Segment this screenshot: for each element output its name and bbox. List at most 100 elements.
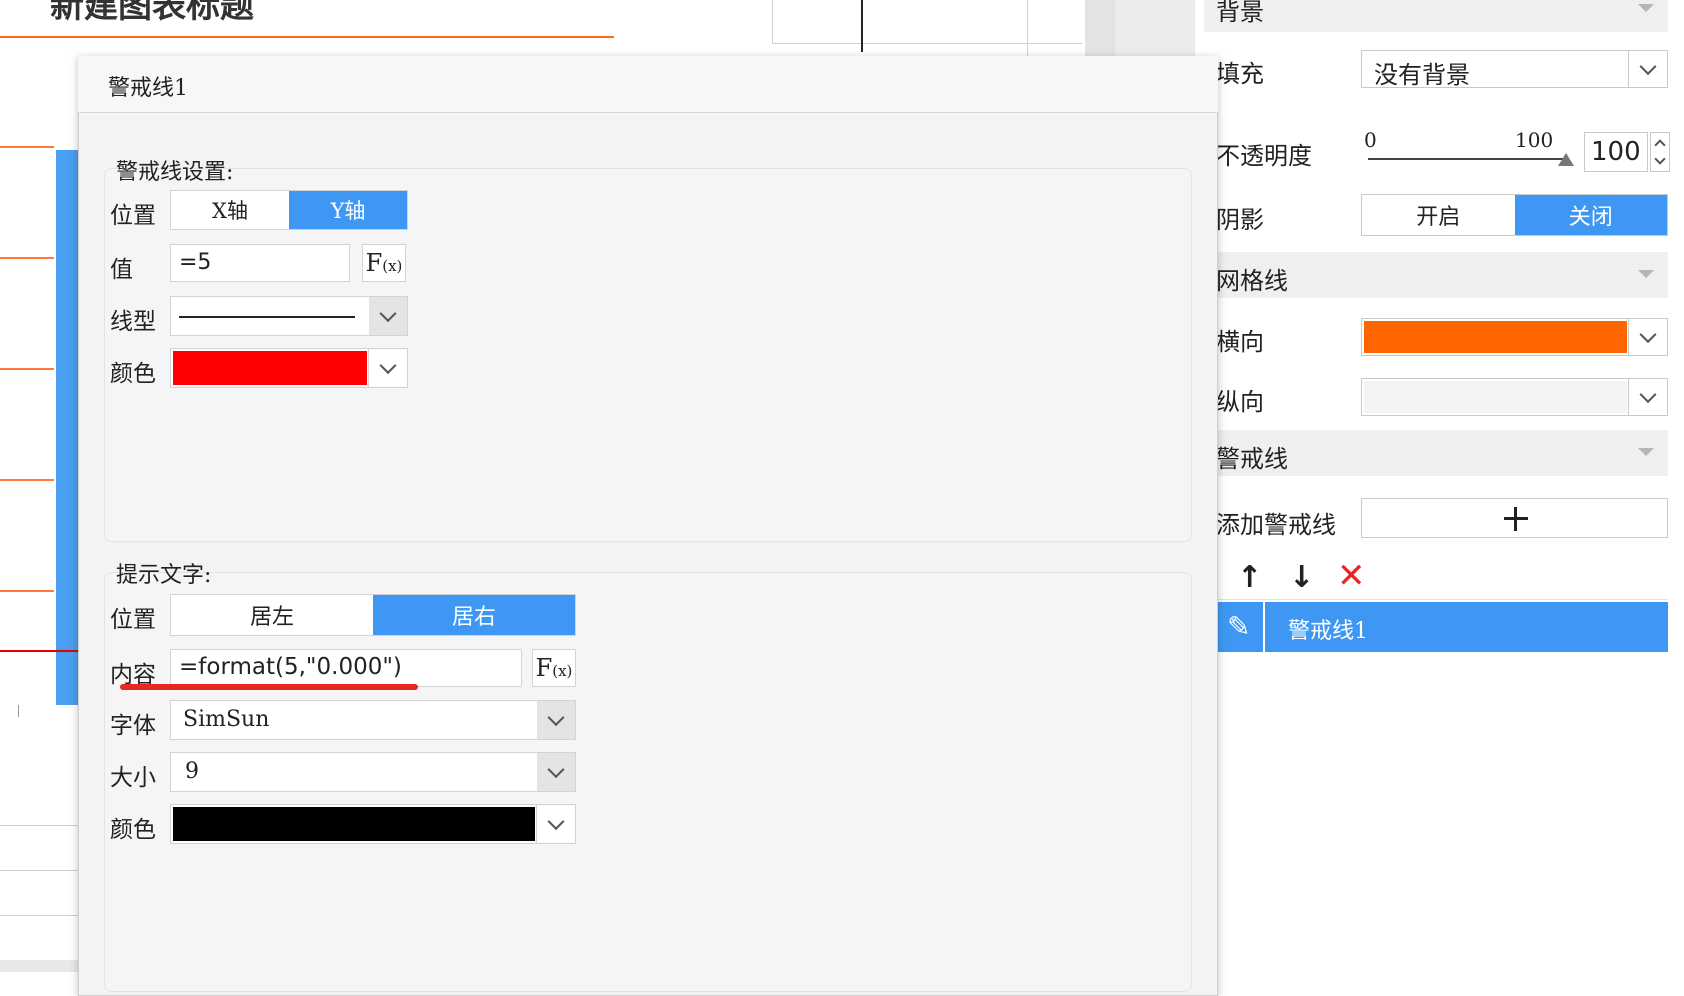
line-settings-label: 警戒线设置: bbox=[116, 160, 234, 185]
font-value: SimSun bbox=[183, 707, 270, 732]
dropdown-button[interactable] bbox=[1628, 319, 1667, 355]
formula-button[interactable]: F(x) bbox=[362, 244, 406, 282]
chevron-down-icon bbox=[547, 761, 565, 779]
chevron-down-icon bbox=[379, 305, 397, 323]
fill-select[interactable]: 没有背景 bbox=[1361, 50, 1668, 89]
add-alert-button[interactable] bbox=[1361, 498, 1668, 538]
chevron-up-icon[interactable] bbox=[1654, 139, 1666, 151]
chart-gridline bbox=[0, 146, 54, 148]
edit-cell[interactable]: ✎ bbox=[1215, 602, 1265, 652]
color-swatch bbox=[1364, 381, 1627, 413]
fx-icon: F bbox=[365, 249, 383, 277]
alert-list-toolbar: ↑ ↓ ✕ bbox=[1215, 552, 1668, 600]
dropdown-button[interactable] bbox=[1628, 379, 1667, 415]
chart-alert-line bbox=[0, 650, 80, 652]
chart-gridline bbox=[0, 257, 54, 259]
section-gridline[interactable]: 网格线 bbox=[1204, 252, 1668, 298]
x-axis-option[interactable]: X轴 bbox=[171, 191, 289, 229]
highlight-underline bbox=[120, 684, 418, 690]
plus-icon bbox=[1514, 507, 1517, 531]
section-gridline-label: 网格线 bbox=[1216, 267, 1288, 295]
line-color-select[interactable] bbox=[170, 348, 408, 388]
align-right-option[interactable]: 居右 bbox=[373, 595, 575, 635]
section-alert-label: 警戒线 bbox=[1216, 445, 1288, 473]
chart-row-line bbox=[0, 915, 80, 916]
section-alert-line[interactable]: 警戒线 bbox=[1204, 430, 1668, 476]
pencil-icon[interactable]: ✎ bbox=[1227, 610, 1250, 643]
text-color-label: 颜色 bbox=[110, 817, 156, 843]
dialog-header bbox=[78, 56, 1218, 113]
formula-button[interactable]: F(x) bbox=[532, 649, 576, 687]
opacity-spinner[interactable]: 100 bbox=[1584, 132, 1648, 172]
chart-gridline bbox=[0, 368, 54, 370]
chevron-down-icon bbox=[1639, 326, 1657, 344]
dropdown-button[interactable] bbox=[537, 701, 575, 739]
collapse-arrow-icon bbox=[1638, 448, 1654, 456]
dialog-title: 警戒线1 bbox=[108, 76, 188, 101]
dropdown-button[interactable] bbox=[1628, 51, 1667, 87]
size-label: 大小 bbox=[110, 765, 156, 791]
slider-thumb-icon[interactable] bbox=[1558, 153, 1574, 166]
spinner-buttons[interactable] bbox=[1650, 132, 1670, 172]
opacity-label: 不透明度 bbox=[1216, 142, 1312, 170]
font-label: 字体 bbox=[110, 713, 156, 739]
content-text: =format(5,"0.000") bbox=[179, 654, 402, 680]
size-select[interactable]: 9 bbox=[170, 752, 576, 792]
chevron-down-icon bbox=[1639, 386, 1657, 404]
chart-title-underline bbox=[0, 36, 614, 38]
dropdown-button[interactable] bbox=[369, 297, 407, 335]
hint-position-label: 位置 bbox=[110, 607, 156, 633]
shadow-on-option[interactable]: 开启 bbox=[1362, 195, 1515, 235]
dropdown-button[interactable] bbox=[536, 805, 575, 843]
opacity-max: 100 bbox=[1515, 128, 1554, 152]
horizontal-grid-color-select[interactable] bbox=[1361, 318, 1668, 356]
chevron-down-icon bbox=[1639, 58, 1657, 76]
chart-row-line bbox=[0, 870, 80, 871]
dropdown-button[interactable] bbox=[368, 349, 407, 387]
value-input[interactable]: =5 bbox=[170, 244, 350, 282]
add-alert-label: 添加警戒线 bbox=[1216, 511, 1336, 539]
chevron-down-icon bbox=[547, 709, 565, 727]
hint-position-toggle[interactable]: 居左 居右 bbox=[170, 594, 576, 636]
move-down-icon[interactable]: ↓ bbox=[1289, 560, 1314, 595]
shadow-off-option[interactable]: 关闭 bbox=[1514, 195, 1667, 235]
color-swatch bbox=[173, 351, 367, 385]
fx-icon-sub: (x) bbox=[382, 257, 403, 275]
opacity-slider-track[interactable] bbox=[1368, 158, 1564, 160]
alert-list-item[interactable]: ✎ 警戒线1 bbox=[1215, 602, 1668, 652]
section-background[interactable]: 背景 bbox=[1204, 0, 1668, 32]
chart-scrollbar[interactable] bbox=[0, 960, 80, 972]
linetype-select[interactable] bbox=[170, 296, 408, 336]
vertical-grid-label: 纵向 bbox=[1216, 388, 1264, 416]
chart-axis-tick bbox=[18, 705, 19, 717]
chevron-down-icon bbox=[547, 813, 565, 831]
chevron-down-icon bbox=[379, 357, 397, 375]
color-swatch bbox=[1364, 321, 1627, 353]
delete-icon[interactable]: ✕ bbox=[1337, 556, 1366, 596]
value-text: =5 bbox=[179, 250, 212, 275]
fill-label: 填充 bbox=[1216, 60, 1264, 88]
content-input[interactable]: =format(5,"0.000") bbox=[170, 649, 522, 687]
text-color-select[interactable] bbox=[170, 804, 576, 844]
chart-gridline bbox=[0, 479, 54, 481]
alert-list-item-label: 警戒线1 bbox=[1288, 619, 1368, 644]
shadow-toggle[interactable]: 开启 关闭 bbox=[1361, 194, 1668, 236]
collapse-arrow-icon bbox=[1638, 270, 1654, 278]
chevron-down-icon[interactable] bbox=[1654, 153, 1666, 165]
line-position-toggle[interactable]: X轴 Y轴 bbox=[170, 190, 408, 230]
line-position-label: 位置 bbox=[110, 203, 156, 229]
value-label: 值 bbox=[110, 257, 133, 283]
chart-gridline bbox=[0, 590, 54, 592]
chart-row-line bbox=[0, 825, 80, 826]
move-up-icon[interactable]: ↑ bbox=[1237, 560, 1262, 595]
shadow-label: 阴影 bbox=[1216, 206, 1264, 234]
align-left-option[interactable]: 居左 bbox=[171, 595, 373, 635]
chart-bar bbox=[56, 150, 78, 705]
color-swatch bbox=[173, 807, 535, 841]
font-select[interactable]: SimSun bbox=[170, 700, 576, 740]
dropdown-button[interactable] bbox=[537, 753, 575, 791]
y-axis-option[interactable]: Y轴 bbox=[289, 191, 407, 229]
opacity-value: 100 bbox=[1591, 137, 1641, 167]
vertical-grid-color-select[interactable] bbox=[1361, 378, 1668, 416]
opacity-min: 0 bbox=[1364, 128, 1377, 152]
